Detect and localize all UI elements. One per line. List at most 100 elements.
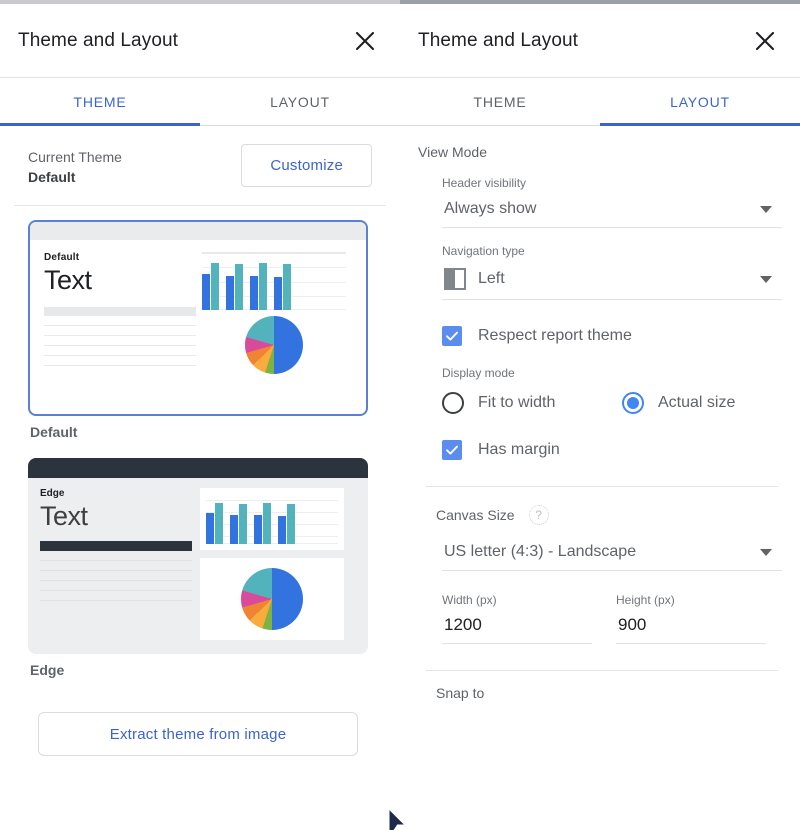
edge-card-topbar bbox=[28, 458, 368, 478]
edge-bar-series bbox=[206, 494, 338, 544]
radio-fit-to-width-label: Fit to width bbox=[478, 394, 555, 412]
edge-card-kicker: Edge bbox=[40, 488, 192, 499]
card-mini-table bbox=[44, 307, 196, 366]
theme-card-edge-wrap: Edge Text bbox=[28, 458, 372, 692]
card-inner: Default Text bbox=[30, 240, 366, 374]
respect-report-theme-checkbox-row[interactable]: Respect report theme bbox=[418, 326, 778, 346]
current-theme-labels: Current Theme Default bbox=[28, 144, 122, 187]
header-visibility-label: Header visibility bbox=[442, 176, 778, 190]
canvas-size-label: Canvas Size bbox=[436, 507, 515, 523]
radio-checked-icon[interactable] bbox=[622, 392, 644, 414]
current-theme-caption: Current Theme bbox=[28, 147, 122, 167]
current-theme-row: Current Theme Default Customize bbox=[0, 126, 400, 205]
radio-fit-to-width[interactable]: Fit to width bbox=[442, 392, 622, 414]
header-visibility-field: Header visibility Always show bbox=[418, 176, 778, 228]
canvas-preset-select[interactable]: US letter (4:3) - Landscape bbox=[442, 541, 782, 571]
edge-pie-chart bbox=[241, 568, 303, 630]
customize-button[interactable]: Customize bbox=[241, 144, 372, 187]
card-kicker: Default bbox=[44, 252, 196, 263]
theme-card-default[interactable]: Default Text bbox=[28, 220, 368, 416]
extract-theme-from-image-button[interactable]: Extract theme from image bbox=[38, 712, 358, 756]
card-topbar bbox=[30, 222, 366, 240]
radio-actual-size-label: Actual size bbox=[658, 394, 735, 412]
tab-theme[interactable]: THEME bbox=[0, 78, 200, 125]
edge-pie-chart-tile bbox=[200, 558, 344, 640]
view-mode-section-title: View Mode bbox=[418, 144, 778, 160]
edge-chart-column bbox=[192, 488, 344, 644]
navigation-type-select[interactable]: Left bbox=[442, 266, 782, 300]
mini-table-row bbox=[44, 325, 196, 326]
chevron-down-icon bbox=[760, 276, 772, 283]
extract-theme-wrap: Extract theme from image bbox=[0, 696, 400, 756]
mini-bar-series bbox=[202, 252, 346, 310]
canvas-preset-value: US letter (4:3) - Landscape bbox=[444, 543, 636, 561]
layout-panel: Theme and Layout THEME LAYOUT View Mode … bbox=[400, 0, 800, 830]
canvas-preset-field: US letter (4:3) - Landscape bbox=[418, 541, 778, 571]
tab-theme[interactable]: THEME bbox=[400, 78, 600, 125]
edge-table-row bbox=[40, 600, 192, 601]
checkbox-checked-icon[interactable] bbox=[442, 440, 462, 460]
theme-card-list: Default Text bbox=[0, 206, 400, 692]
mini-table-row bbox=[44, 335, 196, 336]
edge-card-inner: Edge Text bbox=[28, 478, 368, 654]
mini-table-row bbox=[44, 365, 196, 366]
theme-card-label-edge: Edge bbox=[28, 654, 372, 692]
card-text-column: Default Text bbox=[44, 252, 196, 374]
nav-left-icon bbox=[444, 268, 466, 290]
card-chart-column bbox=[196, 252, 346, 374]
edge-table-row bbox=[40, 560, 192, 561]
edge-bar-chart-tile bbox=[200, 488, 344, 550]
mini-table-row bbox=[44, 355, 196, 356]
header-visibility-value: Always show bbox=[444, 200, 536, 218]
header-visibility-select[interactable]: Always show bbox=[442, 198, 782, 228]
edge-table-row bbox=[40, 590, 192, 591]
edge-bar-chart bbox=[206, 494, 338, 544]
canvas-height-label: Height (px) bbox=[616, 593, 766, 607]
snap-to-label: Snap to bbox=[418, 671, 778, 701]
canvas-height-field: Height (px) bbox=[616, 593, 766, 644]
edge-text-column: Edge Text bbox=[40, 488, 192, 644]
help-icon[interactable]: ? bbox=[529, 505, 549, 525]
theme-panel-header: Theme and Layout bbox=[0, 4, 400, 78]
checkbox-checked-icon[interactable] bbox=[442, 326, 462, 346]
edge-table-row bbox=[40, 580, 192, 581]
radio-unchecked-icon[interactable] bbox=[442, 392, 464, 414]
mini-table-row bbox=[44, 345, 196, 346]
navigation-type-value: Left bbox=[478, 270, 505, 288]
theme-panel-body: Current Theme Default Customize Default … bbox=[0, 126, 400, 756]
edge-card-sample-text: Text bbox=[40, 499, 192, 533]
display-mode-radio-group: Fit to width Actual size bbox=[418, 392, 778, 414]
theme-panel: Theme and Layout THEME LAYOUT Current Th… bbox=[0, 0, 400, 830]
edge-table-row bbox=[40, 570, 192, 571]
edge-table-header bbox=[40, 541, 192, 551]
theme-card-default-wrap: Default Text bbox=[28, 220, 372, 454]
theme-and-layout-screenshot: Theme and Layout THEME LAYOUT Current Th… bbox=[0, 0, 800, 830]
has-margin-checkbox-row[interactable]: Has margin bbox=[418, 440, 778, 460]
radio-actual-size[interactable]: Actual size bbox=[622, 392, 735, 414]
canvas-width-input[interactable] bbox=[442, 615, 592, 644]
layout-panel-body: View Mode Header visibility Always show … bbox=[400, 126, 800, 701]
theme-card-edge[interactable]: Edge Text bbox=[28, 458, 368, 654]
canvas-width-field: Width (px) bbox=[442, 593, 592, 644]
display-mode-label: Display mode bbox=[442, 366, 778, 380]
chevron-down-icon bbox=[760, 549, 772, 556]
tab-layout[interactable]: LAYOUT bbox=[200, 78, 400, 125]
canvas-height-input[interactable] bbox=[616, 615, 766, 644]
canvas-dimensions: Width (px) Height (px) bbox=[418, 593, 778, 644]
page-title: Theme and Layout bbox=[18, 30, 178, 52]
card-sample-text: Text bbox=[44, 263, 196, 297]
mini-pie-chart bbox=[245, 316, 303, 374]
edge-mini-table bbox=[40, 541, 192, 601]
close-icon[interactable] bbox=[748, 24, 782, 58]
theme-panel-tabs: THEME LAYOUT bbox=[0, 78, 400, 126]
tab-layout[interactable]: LAYOUT bbox=[600, 78, 800, 125]
mini-table-header bbox=[44, 307, 196, 316]
theme-card-label-default: Default bbox=[28, 416, 372, 454]
navigation-type-value-group: Left bbox=[444, 268, 505, 290]
canvas-size-header: Canvas Size ? bbox=[418, 487, 778, 525]
layout-panel-tabs: THEME LAYOUT bbox=[400, 78, 800, 126]
respect-report-theme-label: Respect report theme bbox=[478, 327, 632, 345]
current-theme-name: Default bbox=[28, 167, 122, 187]
close-icon[interactable] bbox=[348, 24, 382, 58]
navigation-type-label: Navigation type bbox=[442, 244, 778, 258]
